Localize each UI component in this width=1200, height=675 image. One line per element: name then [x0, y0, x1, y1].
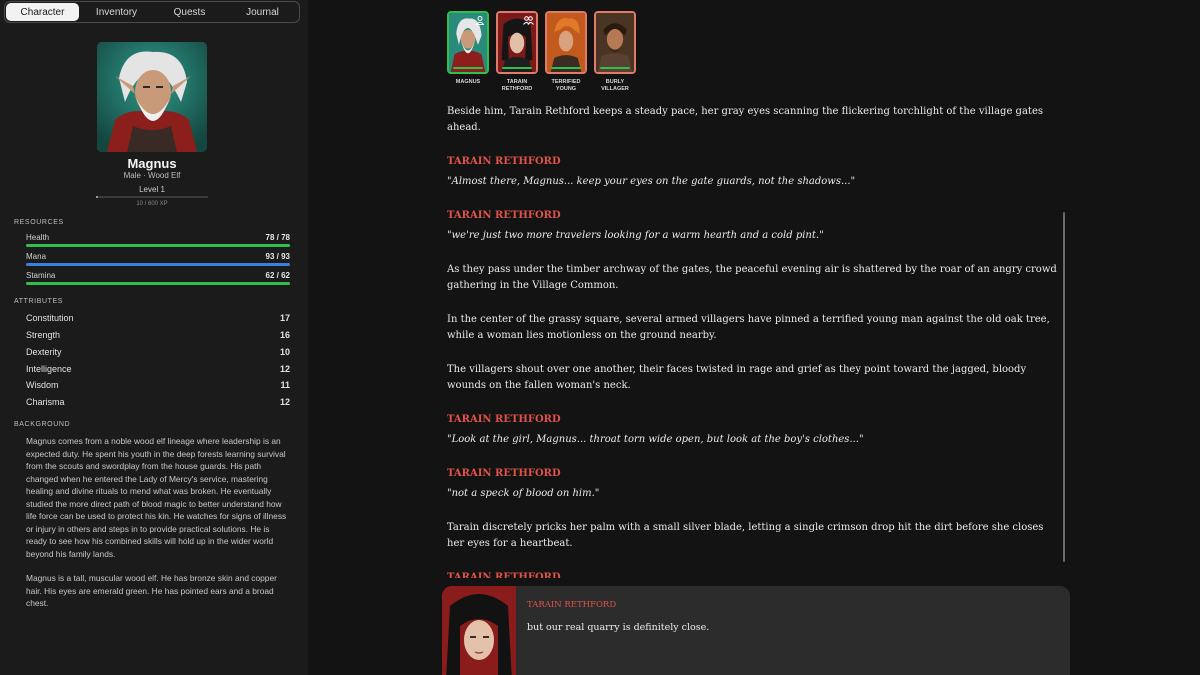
- party-label: TARAIN RETHFORD: [501, 79, 533, 92]
- party-card-burly-villager[interactable]: [594, 11, 636, 74]
- attribute-label: Charisma: [26, 397, 65, 407]
- speech-block: TARAIN RETHFORD "Look at the girl, Magnu…: [447, 412, 1059, 447]
- party-card-magnus[interactable]: [447, 11, 489, 74]
- speech-text: "Almost there, Magnus... keep your eyes …: [447, 175, 856, 187]
- narration: Beside him, Tarain Rethford keeps a stea…: [447, 106, 1043, 133]
- speech-block: TARAIN RETHFORD: [447, 570, 1059, 578]
- speaker-name: TARAIN RETHFORD: [447, 210, 561, 221]
- character-level: Level 1: [139, 185, 165, 194]
- speaker-name: TARAIN RETHFORD: [447, 468, 561, 479]
- attribute-strength: Strength 16: [26, 330, 290, 344]
- attribute-label: Dexterity: [26, 347, 62, 357]
- dialog-speaker-name: TARAIN RETHFORD: [527, 600, 617, 610]
- dialog-box: TARAIN RETHFORD but our real quarry is d…: [442, 586, 1070, 675]
- attributes-heading: ATTRIBUTES: [14, 298, 64, 305]
- party-label: BURLY VILLAGER: [601, 79, 629, 92]
- speaker-name: TARAIN RETHFORD: [447, 156, 561, 167]
- story-panel: MAGNUS TARAIN RETHFORD TERRIFIED YOUNG BUR…: [308, 0, 1200, 675]
- attribute-value: 16: [279, 330, 290, 340]
- attribute-charisma: Charisma 12: [26, 397, 290, 411]
- dialog-text: but our real quarry is definitely close.: [527, 622, 710, 633]
- resource-bar-fill: [26, 263, 290, 266]
- attribute-label: Wisdom: [26, 380, 59, 390]
- story-scrollbar[interactable]: [1063, 212, 1065, 562]
- attribute-constitution: Constitution 17: [26, 313, 290, 327]
- background-heading: BACKGROUND: [14, 421, 71, 428]
- attribute-value: 10: [279, 347, 290, 357]
- resource-value: 78 / 78: [265, 233, 290, 242]
- party-card-terrified-young[interactable]: [545, 11, 587, 74]
- resource-bar: [26, 282, 290, 285]
- person-icon: [476, 16, 484, 25]
- party-hp-bar: [600, 67, 630, 69]
- party-portrait: [547, 13, 585, 72]
- attribute-value: 11: [280, 380, 290, 390]
- character-sidebar: Character Inventory Quests Journal Magnu…: [0, 0, 308, 675]
- resource-label: Mana: [26, 252, 47, 261]
- party-hp-bar: [502, 67, 532, 69]
- tab-quests[interactable]: Quests: [153, 2, 226, 22]
- attribute-wisdom: Wisdom 11: [26, 380, 290, 394]
- attribute-label: Constitution: [26, 313, 74, 323]
- speech-block: TARAIN RETHFORD "we're just two more tra…: [447, 208, 1059, 243]
- resource-bar-fill: [26, 282, 290, 285]
- xp-bar: [96, 196, 208, 198]
- speech-text: "we're just two more travelers looking f…: [447, 229, 824, 241]
- resource-value: 93 / 93: [265, 252, 290, 261]
- tab-character[interactable]: Character: [6, 3, 79, 21]
- resource-bar-fill: [26, 244, 290, 247]
- speech-text: "not a speck of blood on him.": [447, 487, 600, 499]
- narration: The villagers shout over one another, th…: [447, 364, 1027, 391]
- narration: As they pass under the timber archway of…: [447, 264, 1057, 291]
- character-portrait: [97, 42, 207, 152]
- party-hp-bar: [551, 67, 581, 69]
- background-paragraph: Magnus is a tall, muscular wood elf. He …: [26, 573, 277, 608]
- narration: Tarain discretely pricks her palm with a…: [447, 522, 1044, 549]
- xp-bar-fill: [96, 196, 98, 198]
- speech-text: "Look at the girl, Magnus... throat torn…: [447, 433, 864, 445]
- character-name: Magnus: [127, 156, 177, 171]
- tab-journal[interactable]: Journal: [226, 2, 299, 22]
- attribute-label: Strength: [26, 330, 61, 340]
- resource-label: Stamina: [26, 271, 56, 280]
- resource-bar: [26, 263, 290, 266]
- character-race: Male · Wood Elf: [123, 171, 181, 180]
- speech-block: TARAIN RETHFORD "Almost there, Magnus...…: [447, 154, 1059, 189]
- speaker-name: TARAIN RETHFORD: [447, 414, 561, 425]
- party-label: MAGNUS: [455, 79, 481, 85]
- attribute-value: 12: [279, 397, 290, 407]
- background-paragraph: Magnus comes from a noble wood elf linea…: [26, 436, 287, 559]
- sidebar-tabs: Character Inventory Quests Journal: [4, 1, 300, 23]
- story-log[interactable]: Beside him, Tarain Rethford keeps a stea…: [447, 104, 1059, 578]
- xp-text: 10 / 600 XP: [136, 201, 168, 207]
- resource-bar: [26, 244, 290, 247]
- tab-inventory[interactable]: Inventory: [80, 2, 153, 22]
- party-hp-bar: [453, 67, 483, 69]
- speaker-portrait: [442, 586, 516, 675]
- speech-block: TARAIN RETHFORD "not a speck of blood on…: [447, 466, 1059, 501]
- party-card-tarain[interactable]: [496, 11, 538, 74]
- resource-value: 62 / 62: [265, 271, 290, 280]
- group-icon: [523, 16, 534, 25]
- resource-label: Health: [26, 233, 50, 242]
- party-label: TERRIFIED YOUNG: [551, 79, 581, 92]
- resources-heading: RESOURCES: [14, 219, 64, 226]
- attribute-value: 12: [279, 364, 290, 374]
- attribute-dexterity: Dexterity 10: [26, 347, 290, 361]
- party-portrait: [596, 13, 634, 72]
- attribute-intelligence: Intelligence 12: [26, 364, 290, 378]
- speaker-name: TARAIN RETHFORD: [447, 572, 561, 578]
- narration: In the center of the grassy square, seve…: [447, 314, 1050, 341]
- attribute-value: 17: [279, 313, 290, 323]
- attribute-label: Intelligence: [26, 364, 72, 374]
